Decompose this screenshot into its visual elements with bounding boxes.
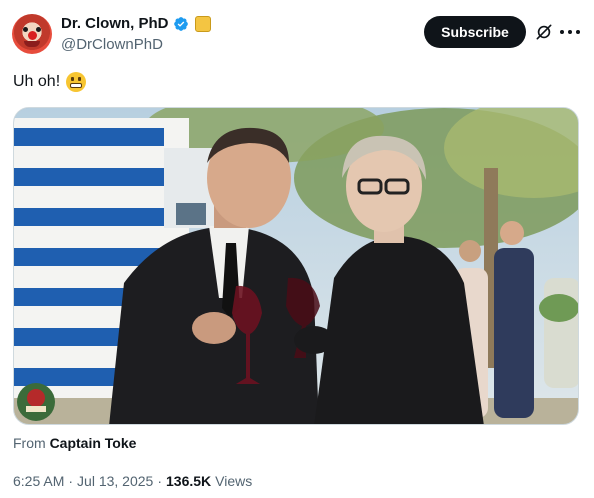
media-source-attribution: From Captain Toke: [13, 435, 136, 451]
tweet-text-content: Uh oh!: [13, 73, 61, 90]
verified-badge-icon: [173, 16, 188, 31]
post-time[interactable]: 6:25 AM: [13, 473, 64, 489]
video-frame: [14, 108, 578, 424]
author-display-name[interactable]: Dr. Clown, PhD: [61, 15, 169, 32]
author-name-row: Dr. Clown, PhD: [61, 15, 211, 32]
affiliate-badge-icon[interactable]: [194, 15, 211, 32]
source-prefix: From: [13, 435, 46, 451]
views-label: Views: [215, 473, 253, 489]
avatar-eye: [23, 27, 28, 32]
meta-separator: ·: [157, 473, 163, 489]
meta-separator: ·: [68, 473, 74, 489]
author-avatar[interactable]: [12, 14, 52, 54]
views-count: 136.5K: [166, 473, 212, 489]
grimacing-face-emoji: [66, 72, 87, 92]
post-metadata: 6:25 AM · Jul 13, 2025 · 136.5K Views: [13, 473, 252, 489]
avatar-nose: [28, 31, 37, 40]
author-handle[interactable]: @DrClownPhD: [61, 36, 163, 53]
avatar-mouth: [24, 41, 40, 47]
post-date[interactable]: Jul 13, 2025: [77, 473, 153, 489]
source-name-link[interactable]: Captain Toke: [50, 435, 137, 451]
post-header: Dr. Clown, PhD @DrClownPhD Subscribe: [12, 12, 582, 56]
avatar-eye: [36, 27, 41, 32]
post-media-video[interactable]: [13, 107, 579, 425]
subscribe-button[interactable]: Subscribe: [424, 16, 526, 48]
more-options-icon[interactable]: [560, 24, 580, 40]
tweet-text: Uh oh!: [13, 72, 87, 92]
grok-icon[interactable]: [534, 22, 554, 42]
